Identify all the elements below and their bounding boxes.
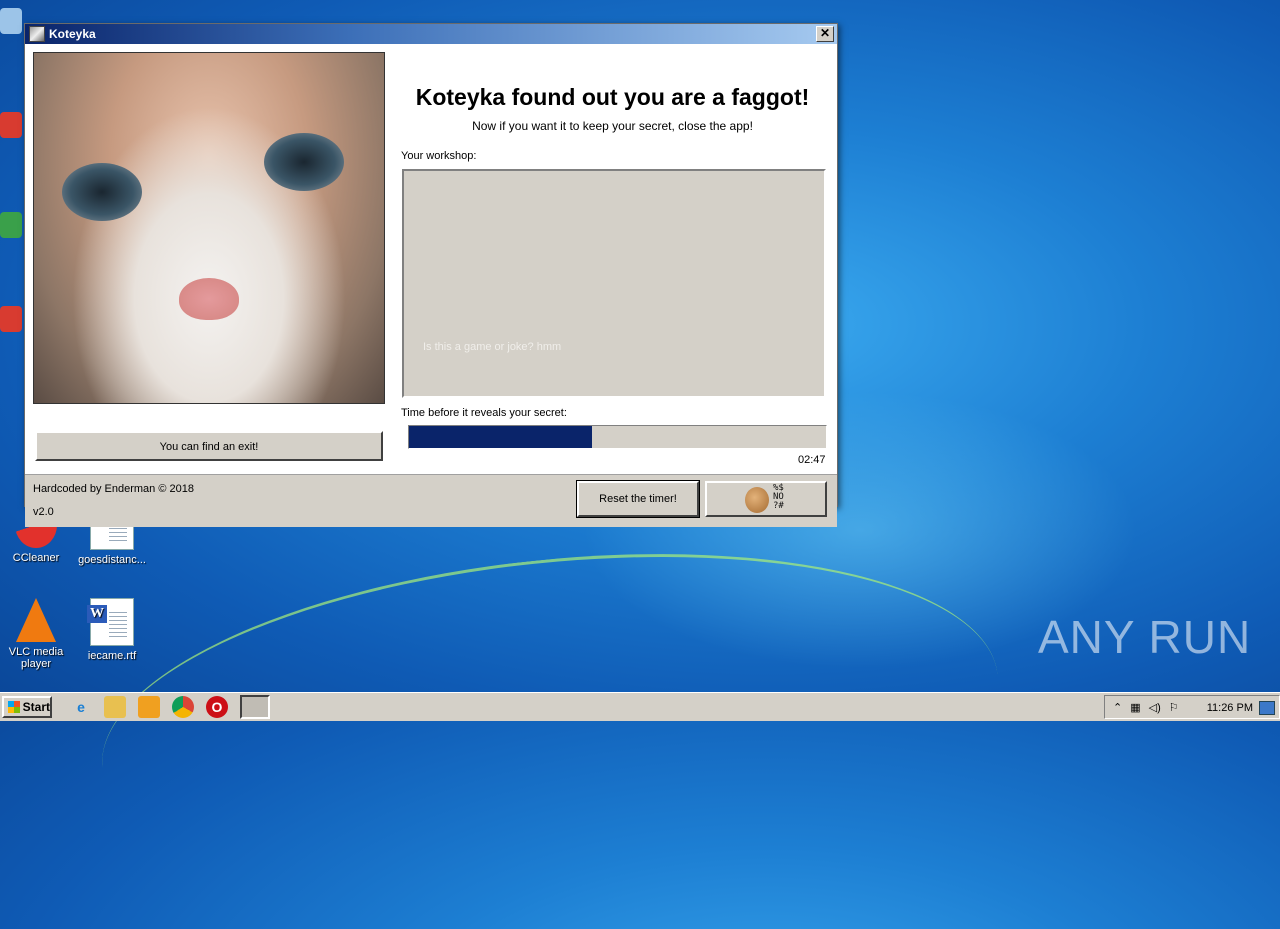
vlc-icon — [16, 598, 56, 642]
workshop-label: Your workshop: — [401, 150, 477, 162]
clock[interactable]: 11:26 PM — [1207, 702, 1253, 714]
desktop-icon-label: goesdistanc... — [78, 554, 146, 566]
version-text: v2.0 — [33, 506, 54, 518]
headline: Koteyka found out you are a faggot! — [415, 84, 810, 110]
cat-image — [33, 52, 385, 404]
baldi-scribble: %$ NO ?# — [773, 483, 784, 511]
cat-nose — [179, 278, 239, 320]
desktop-edge-icon-1[interactable] — [0, 112, 22, 138]
subline: Now if you want it to keep your secret, … — [472, 119, 753, 133]
media-player-icon[interactable] — [138, 696, 160, 718]
baldi-button[interactable]: %$ NO ?# — [705, 481, 827, 517]
desktop-icon-vlc[interactable]: VLC media player — [0, 598, 76, 670]
ie-icon[interactable]: e — [70, 696, 92, 718]
start-button[interactable]: Start — [2, 696, 52, 718]
window-titlebar[interactable]: Koteyka ✕ — [25, 24, 837, 44]
tray-expand-icon[interactable]: ⌃ — [1113, 701, 1122, 714]
window-footer: Hardcoded by Enderman © 2018 v2.0 Reset … — [25, 474, 837, 527]
taskbar-koteyka-item[interactable] — [240, 695, 270, 719]
baldi-face-icon — [745, 487, 769, 513]
workshop-text: Is this a game or joke? hmm — [423, 341, 562, 353]
credit-text: Hardcoded by Enderman © 2018 — [33, 483, 194, 495]
anyrun-watermark: ANY RUN — [1038, 610, 1251, 664]
koteyka-window: Koteyka ✕ You can find an exit! Koteyka … — [24, 23, 838, 527]
word-doc-icon — [87, 598, 134, 646]
chrome-icon[interactable] — [172, 696, 194, 718]
cat-eye-right — [264, 133, 344, 191]
find-exit-button[interactable]: You can find an exit! — [35, 431, 383, 461]
workshop-area[interactable]: Is this a game or joke? hmm — [402, 169, 826, 398]
volume-icon[interactable]: ◁) — [1149, 701, 1161, 714]
network-icon[interactable]: ▦ — [1130, 701, 1140, 714]
watermark-text: ANY RUN — [1038, 611, 1252, 663]
show-desktop-button[interactable] — [1259, 701, 1275, 715]
action-center-flag-icon[interactable]: ⚐ — [1169, 701, 1179, 714]
timer-progress-bar — [408, 425, 827, 449]
app-icon — [29, 26, 45, 42]
cat-eye-left — [62, 163, 142, 221]
desktop-icon-label: CCleaner — [12, 552, 60, 564]
timer-label: Time before it reveals your secret: — [401, 407, 567, 419]
system-tray: ⌃ ▦ ◁) ⚐ 11:26 PM — [1104, 695, 1280, 719]
desktop-icon-label: VLC media player — [8, 646, 64, 670]
start-label: Start — [22, 700, 50, 714]
close-button[interactable]: ✕ — [816, 26, 834, 42]
desktop-edge-icon-4[interactable] — [0, 8, 22, 34]
window-client: You can find an exit! Koteyka found out … — [25, 44, 837, 527]
taskbar: Start e O ⌃ ▦ ◁) ⚐ 11:26 PM — [0, 692, 1280, 721]
windows-logo-icon — [8, 701, 20, 713]
window-title: Koteyka — [49, 27, 96, 41]
desktop-icon-label: iecame.rtf — [87, 650, 137, 662]
opera-icon[interactable]: O — [206, 696, 228, 718]
progress-fill — [409, 426, 593, 448]
reset-timer-button[interactable]: Reset the timer! — [576, 480, 700, 518]
timer-value: 02:47 — [798, 454, 826, 466]
explorer-icon[interactable] — [104, 696, 126, 718]
desktop-icon-iecame[interactable]: iecame.rtf — [72, 598, 152, 662]
desktop-edge-icon-2[interactable] — [0, 212, 22, 238]
desktop-edge-icon-3[interactable] — [0, 306, 22, 332]
